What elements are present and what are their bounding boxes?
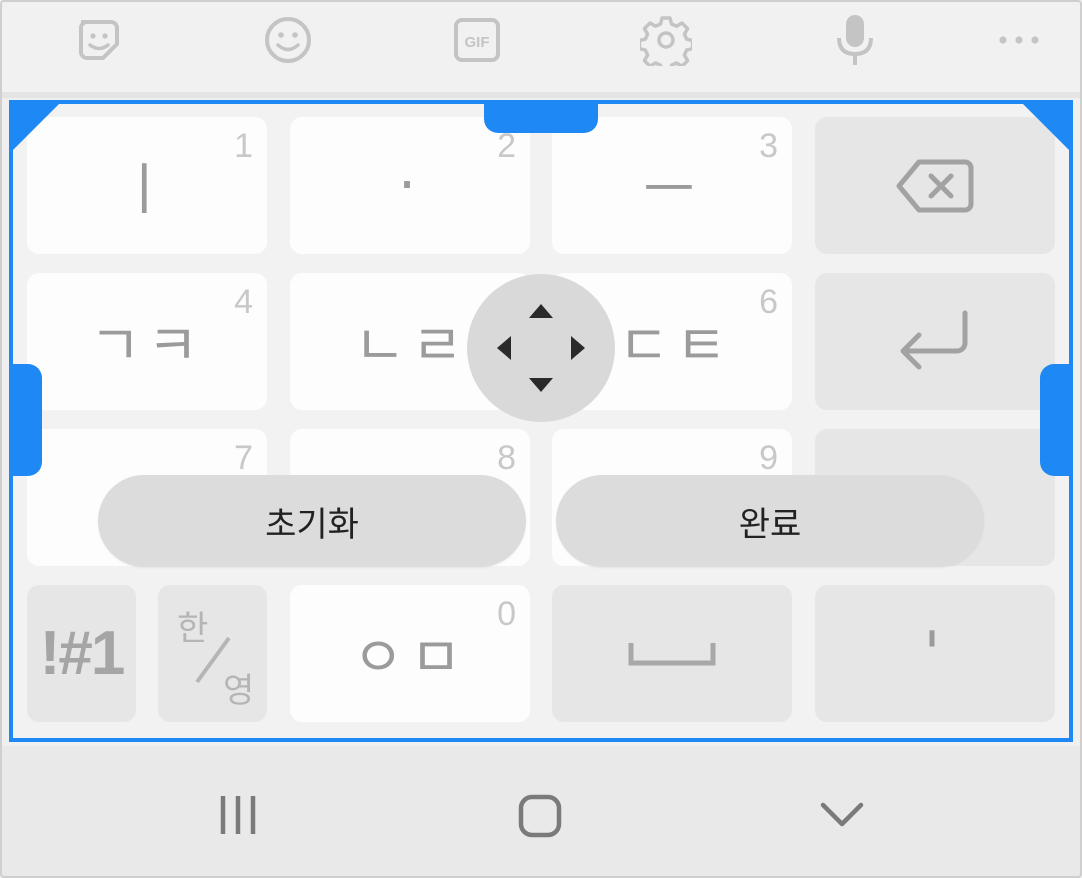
key-2[interactable]: 2 · [290, 117, 530, 254]
move-keyboard-control[interactable] [467, 274, 615, 422]
resize-handle-left[interactable] [10, 364, 42, 476]
toolbar-divider [2, 92, 1080, 98]
symbols-label: !#1 [39, 619, 126, 688]
key-glyph: ㄴㄹ [354, 314, 470, 379]
arrow-right-icon [571, 336, 585, 360]
key-glyph: ㅇㅁ [352, 626, 468, 691]
arrow-up-icon [529, 304, 553, 318]
backspace-key[interactable] [815, 117, 1055, 254]
apostrophe-key[interactable]: ' [815, 585, 1055, 722]
apostrophe-label: ' [923, 618, 947, 689]
resize-corner-top-left[interactable] [13, 104, 59, 150]
arrow-down-icon [529, 378, 553, 392]
gif-label: GIF [465, 34, 490, 51]
key-number: 4 [234, 283, 253, 321]
backspace-icon [896, 159, 974, 212]
key-glyph: ㄷㅌ [618, 314, 734, 379]
key-number: 7 [234, 439, 253, 477]
lang-bottom-label: 영 [223, 671, 254, 711]
resize-handle-top[interactable] [484, 100, 598, 133]
key-3[interactable]: 3 ㅡ [552, 117, 792, 254]
key-number: 1 [234, 127, 253, 165]
language-switch-key[interactable]: 한 영 [158, 585, 267, 722]
key-number: 9 [759, 439, 778, 477]
key-4[interactable]: 4 ㄱㅋ [27, 273, 267, 410]
resize-handle-right[interactable] [1040, 364, 1072, 476]
emoji-icon[interactable] [262, 14, 314, 66]
key-number: 3 [759, 127, 778, 165]
done-button[interactable]: 완료 [556, 475, 984, 567]
key-glyph: ㅣ [118, 158, 176, 223]
key-glyph: ㅡ [643, 158, 701, 223]
language-switch-graphic: 한 영 [177, 609, 254, 711]
settings-icon[interactable] [640, 14, 692, 66]
space-icon [628, 642, 716, 665]
enter-key[interactable] [815, 273, 1055, 410]
key-0[interactable]: 0 ㅇㅁ [290, 585, 530, 722]
arrow-left-icon [497, 336, 511, 360]
more-icon[interactable] [993, 14, 1045, 66]
gif-icon[interactable]: GIF [451, 14, 503, 66]
recent-apps-icon[interactable] [208, 790, 268, 840]
space-key[interactable] [552, 585, 792, 722]
key-number: 0 [497, 595, 516, 633]
sticker-icon[interactable] [73, 14, 125, 66]
key-1[interactable]: 1 ㅣ [27, 117, 267, 254]
microphone-icon[interactable] [829, 14, 881, 66]
hide-keyboard-chevron-down-icon[interactable] [812, 790, 872, 840]
key-glyph: ㄱㅋ [89, 314, 205, 379]
reset-button[interactable]: 초기화 [98, 475, 526, 567]
key-number: 6 [759, 283, 778, 321]
lang-top-label: 한 [177, 609, 208, 649]
resize-corner-top-right[interactable] [1023, 104, 1069, 150]
key-number: 8 [497, 439, 516, 477]
navigation-bar [2, 746, 1080, 876]
keyboard-toolbar: GIF [2, 2, 1080, 92]
enter-icon [900, 310, 968, 369]
key-glyph: · [398, 153, 422, 218]
home-icon[interactable] [510, 786, 570, 846]
symbols-key[interactable]: !#1 [27, 585, 136, 722]
